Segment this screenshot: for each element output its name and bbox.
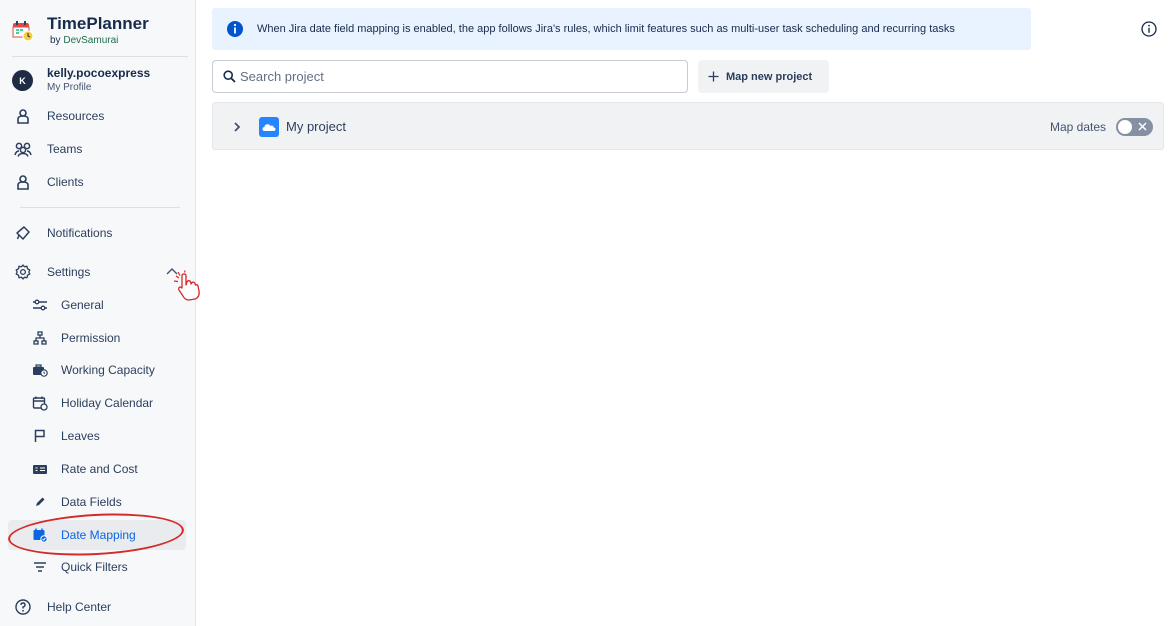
sidebar-item-label: Help Center	[47, 600, 112, 614]
settings-item-permission[interactable]: Permission	[8, 323, 186, 353]
settings-item-label: Working Capacity	[61, 363, 155, 377]
sidebar-item-label: Notifications	[47, 226, 113, 240]
map-new-project-button[interactable]: Map new project	[698, 60, 829, 93]
brand-subtitle: by DevSamurai	[50, 35, 118, 46]
settings-item-label: Rate and Cost	[61, 462, 138, 476]
close-icon	[1138, 122, 1147, 131]
settings-item-general[interactable]: General	[8, 290, 186, 320]
pencil-icon	[30, 492, 50, 512]
info-icon	[227, 21, 243, 37]
chevron-up-icon[interactable]	[166, 266, 178, 276]
sidebar-item-teams[interactable]: Teams	[8, 134, 186, 164]
profile-subtitle: My Profile	[47, 82, 92, 93]
hierarchy-icon	[30, 328, 50, 348]
help-circle-icon	[12, 596, 34, 618]
settings-item-label: General	[61, 298, 104, 312]
search-input[interactable]	[240, 69, 660, 84]
sliders-icon	[30, 295, 50, 315]
divider	[20, 207, 180, 208]
brand-by: by	[50, 35, 64, 46]
calendar-check-icon	[30, 525, 50, 545]
calendar-icon	[30, 393, 50, 413]
profile-name: kelly.pocoexpress	[47, 66, 151, 80]
settings-item-label: Holiday Calendar	[61, 396, 154, 410]
settings-item-data-fields[interactable]: Data Fields	[8, 487, 186, 517]
brand-vendor: DevSamurai	[63, 35, 119, 46]
calendar-clock-logo-icon	[12, 21, 34, 42]
sidebar-item-clients[interactable]: Clients	[8, 167, 186, 197]
briefcase-clock-icon	[30, 360, 50, 380]
settings-item-rate-and-cost[interactable]: Rate and Cost	[8, 454, 186, 484]
info-banner: When Jira date field mapping is enabled,…	[212, 8, 1031, 50]
profile-link[interactable]: K kelly.pocoexpress My Profile	[12, 66, 188, 96]
settings-item-quick-filters[interactable]: Quick Filters	[8, 552, 186, 582]
settings-item-label: Permission	[61, 331, 121, 345]
search-box[interactable]	[212, 60, 688, 93]
sidebar: TimePlanner by DevSamurai K kelly.pocoex…	[0, 0, 196, 626]
settings-item-label: Date Mapping	[61, 528, 136, 542]
divider	[12, 56, 188, 57]
sidebar-item-notifications[interactable]: Notifications	[8, 218, 186, 248]
brand-title: TimePlanner	[47, 14, 149, 33]
map-dates-toggle[interactable]	[1116, 118, 1153, 136]
money-card-icon	[30, 459, 50, 479]
sidebar-item-label: Resources	[47, 109, 105, 123]
search-icon	[223, 70, 236, 83]
info-banner-text: When Jira date field mapping is enabled,…	[257, 23, 955, 35]
settings-item-leaves[interactable]: Leaves	[8, 421, 186, 451]
settings-item-date-mapping[interactable]: Date Mapping	[8, 520, 186, 550]
sidebar-item-label: Clients	[47, 175, 84, 189]
settings-item-label: Quick Filters	[61, 560, 128, 574]
info-outline-icon[interactable]	[1141, 21, 1157, 37]
settings-item-label: Leaves	[61, 429, 100, 443]
plus-icon	[708, 71, 719, 82]
filter-lines-icon	[30, 557, 50, 577]
cloud-project-icon	[259, 117, 279, 137]
settings-item-working-capacity[interactable]: Working Capacity	[8, 355, 186, 385]
sidebar-item-settings[interactable]: Settings	[8, 257, 186, 287]
project-name: My project	[286, 119, 346, 134]
gear-icon	[12, 261, 34, 283]
map-dates-label: Map dates	[1050, 120, 1107, 134]
people-group-icon	[12, 138, 34, 160]
chevron-right-icon[interactable]	[232, 121, 242, 133]
project-row[interactable]: My project Map dates	[212, 102, 1164, 150]
avatar: K	[12, 70, 33, 91]
person-icon	[12, 105, 34, 127]
flag-icon	[30, 426, 50, 446]
settings-item-label: Data Fields	[61, 495, 122, 509]
sidebar-item-help-center[interactable]: Help Center	[8, 592, 186, 622]
toggle-knob	[1118, 120, 1132, 134]
megaphone-icon	[12, 222, 34, 244]
settings-item-holiday-calendar[interactable]: Holiday Calendar	[8, 388, 186, 418]
sidebar-item-resources[interactable]: Resources	[8, 101, 186, 131]
sidebar-item-label: Settings	[47, 265, 91, 279]
map-new-project-label: Map new project	[726, 70, 813, 83]
person-icon	[12, 171, 34, 193]
brand[interactable]: TimePlanner by DevSamurai	[12, 14, 188, 50]
sidebar-item-label: Teams	[47, 142, 83, 156]
